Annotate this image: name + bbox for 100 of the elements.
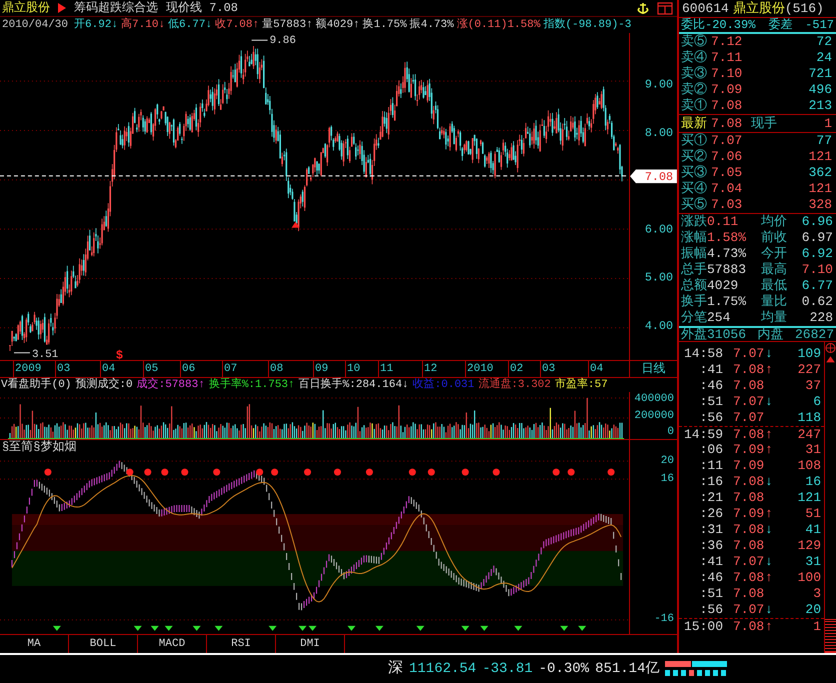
tick-price: 7.07 bbox=[733, 345, 765, 364]
quote-value: 量57883 bbox=[262, 17, 306, 33]
tick-price: 7.07 bbox=[733, 553, 765, 572]
tick-time: :46 bbox=[698, 377, 723, 396]
order-volume: 24 bbox=[815, 49, 833, 68]
tick-volume: 1 bbox=[812, 618, 822, 636]
turnover-value: 851.14亿 bbox=[595, 660, 660, 678]
indicator-value: V看盘助手(0) bbox=[1, 377, 72, 393]
tick-price: 7.08 bbox=[733, 569, 765, 588]
quote-value: 额4029 bbox=[316, 16, 354, 33]
arrow-icon: ↓ bbox=[158, 16, 166, 34]
order-price: 7.04 bbox=[711, 180, 744, 198]
order-label: 买① bbox=[681, 132, 708, 150]
stat-label: 总额 bbox=[681, 277, 707, 294]
stat-value: 6.97 bbox=[802, 229, 833, 248]
tick-time: :51 bbox=[698, 393, 723, 412]
window-icon[interactable] bbox=[657, 2, 673, 14]
order-volume: 213 bbox=[808, 97, 833, 116]
order-volume: 721 bbox=[808, 65, 833, 84]
current-price-tag: 7.08 bbox=[630, 169, 677, 184]
month-label: 03 bbox=[55, 361, 70, 377]
tick-time: 14:58 bbox=[682, 345, 723, 364]
indicator-value: 收益:0.031 bbox=[412, 377, 474, 393]
down-triangle-icon bbox=[52, 626, 61, 631]
month-label: 02 bbox=[508, 361, 524, 377]
stat-value: 0.62 bbox=[802, 293, 833, 312]
arrow-icon: ↑ bbox=[306, 16, 313, 34]
tick-price: 7.07 bbox=[733, 393, 765, 412]
order-label: 买② bbox=[681, 148, 708, 166]
stat-label: 分笔 bbox=[681, 309, 707, 328]
down-triangle-icon bbox=[514, 626, 522, 631]
tick-volume: 108 bbox=[796, 457, 822, 476]
tick-volume: 227 bbox=[796, 361, 822, 380]
tick-volume: 247 bbox=[796, 426, 822, 444]
price-axis-label: 4.00 bbox=[644, 319, 674, 333]
formula-name: 筹码超跌综合选 bbox=[74, 0, 158, 17]
month-label: 12 bbox=[422, 361, 438, 377]
down-triangle-icon bbox=[480, 626, 488, 631]
volume-axis-label: 400000 bbox=[634, 392, 674, 406]
order-volume: 496 bbox=[808, 81, 833, 100]
order-label: 卖③ bbox=[681, 65, 708, 82]
signal-dot-icon bbox=[181, 468, 188, 476]
arrow-icon: ↓ bbox=[111, 16, 118, 34]
order-label: 卖④ bbox=[681, 49, 708, 66]
tick-volume: 3 bbox=[812, 585, 822, 604]
stat-value: 4.73% bbox=[707, 245, 746, 264]
signal-dot-icon bbox=[428, 468, 435, 476]
order-volume: 72 bbox=[815, 33, 833, 52]
quote-value: 振4.73% bbox=[410, 17, 454, 33]
stock-count: (516) bbox=[784, 0, 824, 18]
last-price-label: 最新 bbox=[681, 114, 708, 133]
stat-value: 57883 bbox=[707, 261, 746, 280]
stat-label: 最高 bbox=[761, 261, 787, 278]
tick-volume: 20 bbox=[804, 601, 822, 620]
tick-volume: 6 bbox=[812, 393, 822, 412]
high-price-marker: 9.86 bbox=[270, 35, 296, 48]
down-triangle-icon bbox=[461, 626, 470, 631]
oscillator-axis-label: -16 bbox=[654, 613, 674, 625]
indicator-value: 百日换手%:284.164↓ bbox=[298, 377, 409, 393]
scrollbar[interactable] bbox=[824, 342, 836, 653]
stat-value: 1.75% bbox=[707, 293, 746, 312]
order-label: 买⑤ bbox=[681, 196, 708, 214]
period-label: 日线 bbox=[642, 361, 666, 378]
month-label: 06 bbox=[180, 361, 196, 377]
quote-value: 换1.75% bbox=[362, 17, 407, 33]
down-triangle-icon bbox=[416, 626, 424, 631]
stat-label: 均价 bbox=[761, 213, 787, 230]
order-price: 7.08 bbox=[711, 97, 744, 116]
tick-volume: 109 bbox=[796, 345, 822, 364]
stat-label: 振幅 bbox=[681, 245, 707, 262]
index-change-percent: -0.30% bbox=[538, 660, 590, 678]
quote-value: 开6.92 bbox=[74, 18, 112, 33]
order-price: 7.07 bbox=[711, 132, 744, 150]
anchor-icon[interactable] bbox=[637, 2, 649, 14]
tick-time: :56 bbox=[698, 601, 723, 620]
scrollbar-thumb[interactable] bbox=[825, 619, 836, 653]
last-price: 7.08 bbox=[711, 114, 744, 133]
tick-volume: 16 bbox=[804, 473, 822, 492]
tick-volume: 118 bbox=[796, 409, 822, 428]
tick-time: :31 bbox=[698, 521, 723, 540]
quote-value: 低6.77 bbox=[168, 18, 206, 33]
signal-dot-icon bbox=[161, 468, 168, 476]
oscillator-axis-label: 20 bbox=[660, 455, 674, 467]
tick-price: 7.08 bbox=[733, 361, 765, 380]
tick-volume: 37 bbox=[804, 377, 822, 396]
stat-label: 最低 bbox=[761, 277, 787, 294]
order-price: 7.12 bbox=[711, 33, 744, 52]
tick-price: 7.09 bbox=[733, 505, 765, 524]
indicator-value: 预测成交:0 bbox=[75, 376, 133, 393]
stat-label: 涨幅 bbox=[681, 229, 707, 246]
stat-value: 6.96 bbox=[802, 213, 833, 232]
tick-time: 14:59 bbox=[682, 426, 723, 444]
quote-value: 涨(0.11)1.58% bbox=[456, 17, 540, 33]
tick-time: :06 bbox=[698, 441, 723, 460]
tick-price: 7.08 bbox=[733, 585, 765, 604]
month-label: 2010 bbox=[465, 361, 494, 377]
order-label: 买③ bbox=[681, 164, 708, 182]
signal-dot-icon bbox=[334, 468, 341, 476]
order-price: 7.03 bbox=[711, 196, 744, 214]
stat-value: 4029 bbox=[707, 277, 738, 296]
